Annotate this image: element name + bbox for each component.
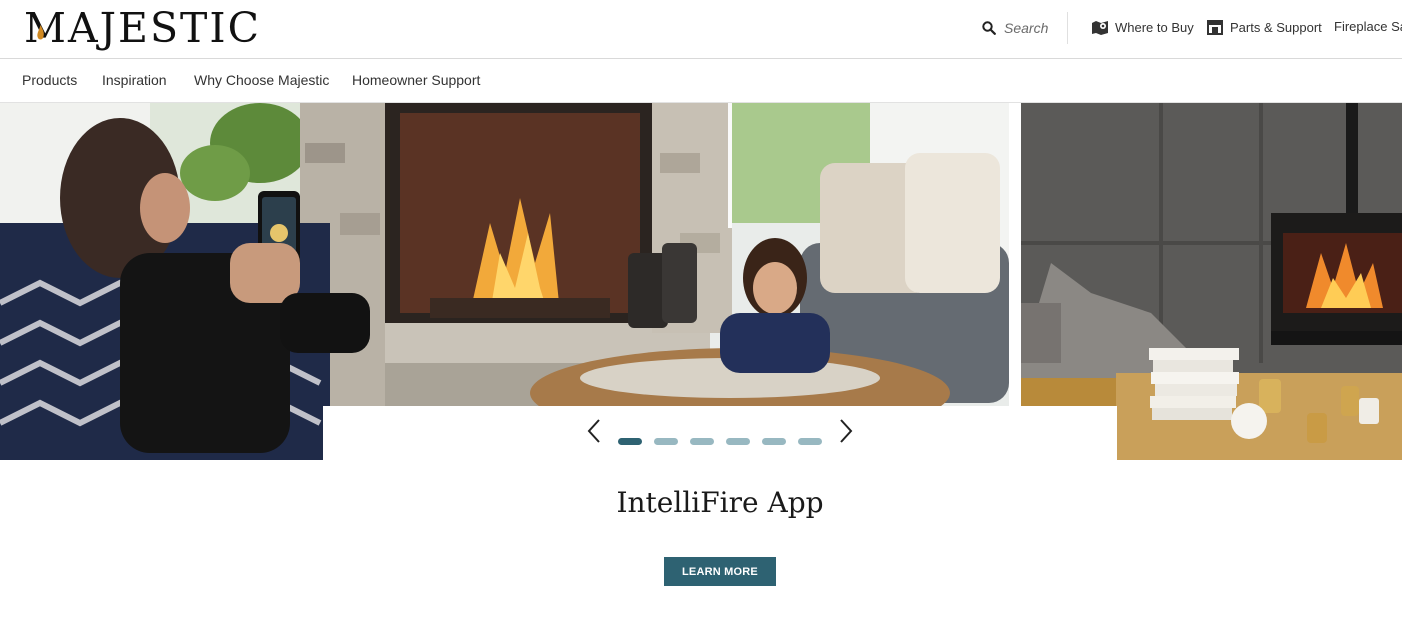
carousel-dot-3[interactable] (690, 438, 714, 445)
nav-item-products[interactable]: Products (22, 72, 77, 88)
search-box[interactable] (982, 20, 1076, 36)
storefront-icon (1207, 20, 1223, 35)
carousel-dot-1[interactable] (618, 438, 642, 445)
search-input[interactable] (1004, 20, 1076, 36)
nav-item-homeowner-support[interactable]: Homeowner Support (352, 72, 480, 88)
slide-title: IntelliFire App (616, 486, 824, 519)
nav-item-inspiration[interactable]: Inspiration (102, 72, 167, 88)
parts-support-link[interactable]: Parts & Support (1206, 19, 1322, 35)
where-to-buy-label: Where to Buy (1115, 19, 1194, 35)
header-divider (1067, 12, 1068, 44)
search-icon[interactable] (982, 21, 996, 35)
chevron-right-icon[interactable] (835, 418, 855, 444)
fireplace-sale-link[interactable]: Fireplace Sa (1334, 19, 1402, 34)
map-pin-icon (1092, 21, 1108, 35)
carousel-dot-6[interactable] (798, 438, 822, 445)
learn-more-button[interactable]: LEARN MORE (664, 557, 776, 586)
fireplace-sale-label: Fireplace Sa (1334, 19, 1402, 34)
where-to-buy-link[interactable]: Where to Buy (1091, 19, 1194, 35)
nav-item-why-choose-majestic[interactable]: Why Choose Majestic (194, 72, 329, 88)
chevron-left-icon[interactable] (585, 418, 605, 444)
carousel-dot-2[interactable] (654, 438, 678, 445)
carousel-dot-5[interactable] (762, 438, 786, 445)
majestic-logo[interactable]: MAJESTIC (24, 4, 261, 52)
carousel-controls (323, 406, 1117, 460)
carousel-dot-4[interactable] (726, 438, 750, 445)
parts-support-label: Parts & Support (1230, 19, 1322, 35)
site-header: MAJESTIC Where to Buy Parts & Support Fi… (0, 0, 1402, 59)
main-nav: Products Inspiration Why Choose Majestic… (0, 59, 1402, 103)
logo-flame-icon (37, 25, 44, 40)
